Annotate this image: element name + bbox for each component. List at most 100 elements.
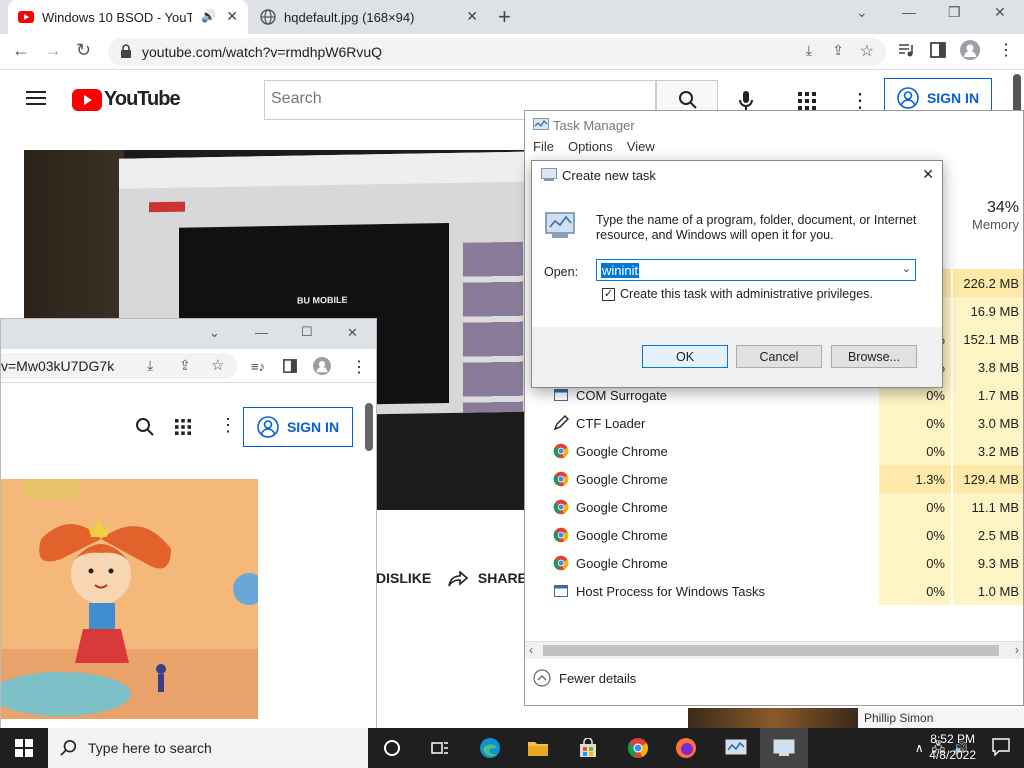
dialog-titlebar[interactable]: Create new task ✕ xyxy=(532,161,942,189)
ok-button[interactable]: OK xyxy=(642,345,728,368)
recommended-thumbnail[interactable] xyxy=(688,708,858,728)
horizontal-scrollbar[interactable]: ‹ › xyxy=(525,641,1023,659)
edge-icon[interactable] xyxy=(466,728,514,768)
process-memory: 16.9 MB xyxy=(953,297,1023,325)
search-icon[interactable] xyxy=(135,417,155,437)
youtube-logo[interactable]: YouTube xyxy=(72,88,181,111)
close-button[interactable]: ✕ xyxy=(347,325,358,341)
tab-search-icon[interactable]: ⌄ xyxy=(856,4,868,21)
checkbox-box[interactable]: ✓ xyxy=(602,287,615,301)
close-tab-icon[interactable]: ✕ xyxy=(466,8,478,25)
scroll-left-arrow-icon[interactable]: ‹ xyxy=(529,643,533,657)
process-row[interactable]: Google Chrome 1.3% 129.4 MB xyxy=(525,465,1023,493)
address-bar[interactable]: youtube.com/watch?v=rmdhpW6RvuQ ⤓ ⇪ ☆ xyxy=(108,38,886,66)
memory-column-header[interactable]: 34% Memory xyxy=(945,199,1023,232)
download-icon[interactable]: ⤓ xyxy=(147,357,153,374)
browser-menu-icon[interactable]: ⋮ xyxy=(351,357,367,377)
chrome-icon xyxy=(553,471,569,487)
browser-toolbar: ← → ↻ youtube.com/watch?v=rmdhpW6RvuQ ⤓ … xyxy=(0,34,1024,70)
channel-name[interactable]: Phillip Simon xyxy=(858,708,1024,728)
process-memory: 9.3 MB xyxy=(953,549,1023,577)
open-input-value[interactable]: wininit xyxy=(601,263,640,278)
minimize-button[interactable]: — xyxy=(255,325,268,340)
chrome-icon[interactable] xyxy=(614,728,662,768)
process-row[interactable]: Google Chrome 0% 3.2 MB xyxy=(525,437,1023,465)
forward-arrow-icon[interactable]: → xyxy=(44,40,62,61)
firefox-icon[interactable] xyxy=(662,728,710,768)
notification-icon[interactable] xyxy=(992,738,1010,756)
store-icon[interactable] xyxy=(564,728,612,768)
chrome-icon xyxy=(553,555,569,571)
hamburger-menu-icon[interactable] xyxy=(26,90,46,106)
taskbar-search-box[interactable]: Type here to search xyxy=(48,728,368,768)
browse-button[interactable]: Browse... xyxy=(831,345,917,368)
bookmark-star-icon[interactable]: ☆ xyxy=(211,356,224,374)
task-manager-titlebar[interactable]: Task Manager xyxy=(525,111,1023,139)
minimize-button[interactable]: — xyxy=(902,4,916,20)
cartoon-video-frame[interactable] xyxy=(1,479,258,719)
run-dialog-taskbar-icon[interactable] xyxy=(760,728,808,768)
process-row[interactable]: Google Chrome 0% 2.5 MB xyxy=(525,521,1023,549)
microphone-icon[interactable] xyxy=(738,90,754,112)
bookmark-star-icon[interactable]: ☆ xyxy=(860,41,874,61)
tab-image[interactable]: hqdefault.jpg (168×94) ✕ xyxy=(252,0,488,34)
process-row[interactable]: CTF Loader 0% 3.0 MB xyxy=(525,409,1023,437)
side-panel-icon[interactable] xyxy=(930,42,946,58)
chevron-down-icon[interactable]: ⌄ xyxy=(902,262,911,275)
cancel-button[interactable]: Cancel xyxy=(736,345,822,368)
share-page-icon[interactable]: ⇪ xyxy=(179,357,191,374)
process-row[interactable]: Google Chrome 0% 11.1 MB xyxy=(525,493,1023,521)
profile-avatar-icon[interactable] xyxy=(313,357,331,375)
open-combobox[interactable]: wininit ⌄ xyxy=(596,259,916,281)
apps-grid-icon[interactable] xyxy=(798,92,816,110)
share-button[interactable]: SHARE xyxy=(448,570,527,587)
maximize-button[interactable]: ☐ xyxy=(301,324,313,340)
media-control-icon[interactable] xyxy=(898,42,914,58)
scrollbar-thumb[interactable] xyxy=(543,645,999,656)
scroll-right-arrow-icon[interactable]: › xyxy=(1015,643,1019,657)
menu-file[interactable]: File xyxy=(533,139,554,159)
side-panel-icon[interactable] xyxy=(283,359,297,373)
share-page-icon[interactable]: ⇪ xyxy=(832,42,844,59)
process-memory: 1.0 MB xyxy=(953,577,1023,605)
start-button[interactable] xyxy=(0,728,48,768)
file-explorer-icon[interactable] xyxy=(514,728,562,768)
menu-options[interactable]: Options xyxy=(568,139,613,159)
more-options-icon[interactable]: ⋮ xyxy=(219,415,237,436)
secondary-signin-button[interactable]: SIGN IN xyxy=(243,407,353,447)
media-control-icon[interactable]: ≡♪ xyxy=(251,359,265,374)
close-tab-icon[interactable]: ✕ xyxy=(226,8,238,25)
dislike-button[interactable]: DISLIKE xyxy=(376,570,431,586)
fewer-details-button[interactable]: Fewer details xyxy=(533,669,636,687)
tab-search-icon[interactable]: ⌄ xyxy=(209,325,220,341)
admin-privileges-checkbox[interactable]: ✓ Create this task with administrative p… xyxy=(602,287,873,301)
process-row[interactable]: Google Chrome 0% 9.3 MB xyxy=(525,549,1023,577)
task-manager-taskbar-icon[interactable] xyxy=(712,728,760,768)
back-arrow-icon[interactable]: ← xyxy=(12,40,30,61)
secondary-scrollbar-thumb[interactable] xyxy=(365,403,373,451)
taskbar-clock[interactable]: 8:52 PM 4/8/2022 xyxy=(929,731,976,763)
lock-icon xyxy=(121,44,131,58)
dialog-close-icon[interactable]: ✕ xyxy=(922,166,934,183)
download-icon[interactable]: ⤓ xyxy=(806,42,812,59)
task-view-icon[interactable] xyxy=(416,728,464,768)
profile-avatar-icon[interactable] xyxy=(960,40,980,60)
audio-icon[interactable]: 🔊 xyxy=(201,9,216,23)
signin-label: SIGN IN xyxy=(286,419,340,435)
close-button[interactable]: ✕ xyxy=(994,4,1006,21)
secondary-address-bar[interactable]: v=Mw03kU7DG7k ⤓ ⇪ ☆ xyxy=(1,353,237,379)
restore-button[interactable]: ❐ xyxy=(948,4,961,21)
fewer-details-label: Fewer details xyxy=(559,670,637,686)
reload-icon[interactable]: ↻ xyxy=(76,40,91,61)
process-memory: 3.0 MB xyxy=(953,409,1023,437)
process-row[interactable]: Host Process for Windows Tasks 0% 1.0 MB xyxy=(525,577,1023,605)
tab-title: Windows 10 BSOD - YouTub xyxy=(42,9,192,25)
chevron-up-icon[interactable]: ∧ xyxy=(915,741,924,755)
new-tab-button[interactable]: + xyxy=(498,4,511,30)
cortana-icon[interactable] xyxy=(368,728,416,768)
apps-grid-icon[interactable] xyxy=(175,419,191,435)
open-label: Open: xyxy=(544,265,579,279)
browser-menu-icon[interactable]: ⋮ xyxy=(998,40,1014,60)
menu-view[interactable]: View xyxy=(627,139,655,159)
tab-youtube[interactable]: Windows 10 BSOD - YouTub 🔊 ✕ xyxy=(8,0,248,34)
